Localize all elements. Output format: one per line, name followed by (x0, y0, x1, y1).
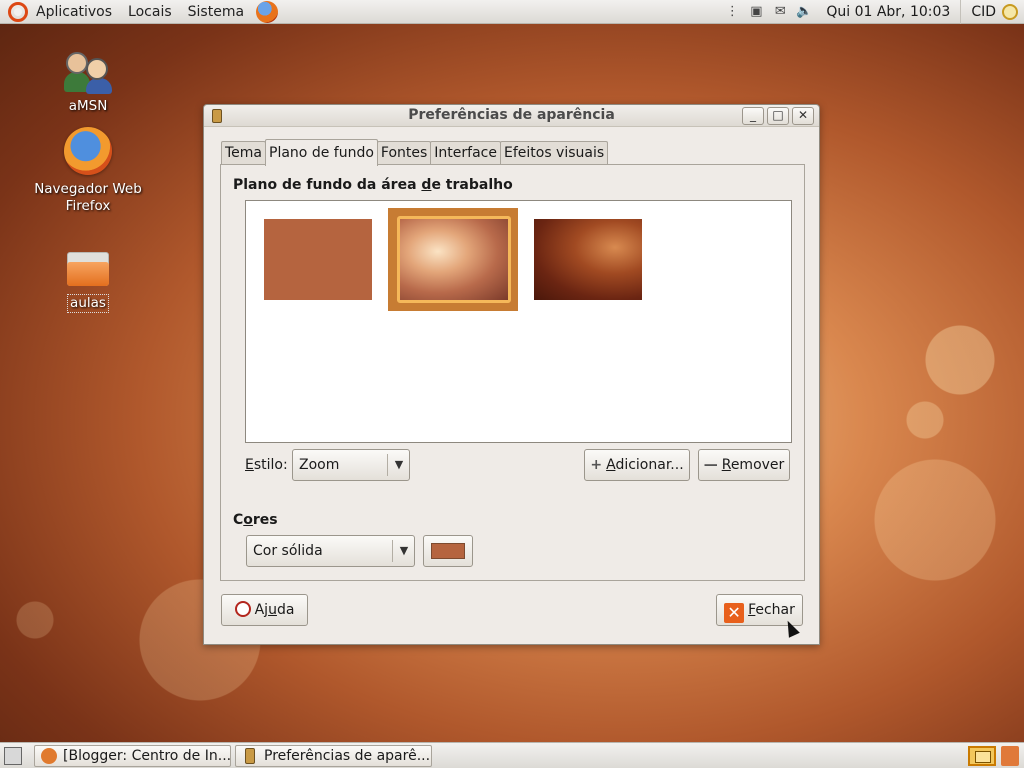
remove-wallpaper-button[interactable]: — Remover (698, 449, 790, 481)
taskbar-item-appearance[interactable]: Preferências de aparê... (235, 745, 432, 767)
color-picker-button[interactable] (423, 535, 473, 567)
style-value: Zoom (299, 457, 340, 473)
amsn-icon (64, 50, 112, 94)
tab-interface[interactable]: Interface (430, 141, 501, 165)
trash-icon[interactable] (1001, 746, 1019, 766)
tab-plano-de-fundo[interactable]: Plano de fundo (265, 139, 378, 166)
add-wallpaper-button[interactable]: + Adicionar... (584, 449, 690, 481)
minimize-button[interactable]: _ (742, 107, 764, 125)
folder-icon (67, 252, 109, 286)
tab-bar: Tema Plano de fundo Fontes Interface Efe… (221, 139, 609, 166)
desktop-icon-label: aMSN (68, 98, 108, 114)
firefox-icon (64, 127, 112, 175)
system-tray: ⋮ ▣ ✉ 🔈 Qui 01 Abr, 10:03 CID (720, 0, 1024, 24)
window-title: Preferências de aparência (408, 107, 615, 123)
color-swatch (431, 543, 465, 559)
show-desktop-icon[interactable] (4, 747, 22, 765)
desktop-icon-aulas[interactable]: aulas (23, 252, 153, 313)
desktop-icon-firefox[interactable]: Navegador Web Firefox (23, 127, 153, 215)
tab-fontes[interactable]: Fontes (376, 141, 432, 165)
wallpaper-list[interactable] (245, 200, 792, 443)
maximize-button[interactable]: □ (767, 107, 789, 125)
network-icon[interactable]: ▣ (747, 4, 765, 20)
wallpaper-section-title: Plano de fundo da área de trabalho (233, 177, 513, 193)
plus-icon: + (590, 457, 603, 473)
workspace-switcher[interactable] (968, 746, 996, 766)
wallpaper-thumbnail-selected[interactable] (397, 216, 511, 303)
desktop-icon-amsn[interactable]: aMSN (23, 50, 153, 115)
help-icon (234, 601, 251, 617)
user-name[interactable]: CID (961, 4, 1002, 20)
menu-aplicativos[interactable]: Aplicativos (28, 0, 120, 24)
bottom-panel: [Blogger: Centro de In... Preferências d… (0, 742, 1024, 768)
desktop-icon-label: aulas (67, 294, 109, 313)
top-panel: Aplicativos Locais Sistema ⋮ ▣ ✉ 🔈 Qui 0… (0, 0, 1024, 24)
colors-section-title: Cores (233, 512, 278, 528)
background-tab-panel: Plano de fundo da área de trabalho Estil… (220, 164, 805, 581)
tab-tema[interactable]: Tema (221, 141, 267, 165)
drag-handle-icon: ⋮ (725, 3, 739, 19)
minus-icon: — (703, 457, 718, 473)
color-mode-value: Cor sólida (253, 543, 323, 559)
mail-icon[interactable]: ✉ (771, 4, 789, 20)
window-icon (245, 748, 255, 764)
clock[interactable]: Qui 01 Abr, 10:03 (816, 0, 962, 24)
desktop-icon-label: Navegador Web Firefox (34, 181, 142, 214)
taskbar-item-firefox[interactable]: [Blogger: Centro de In... (34, 745, 231, 767)
title-bar[interactable]: Preferências de aparência _ □ ✕ (204, 105, 819, 127)
color-mode-combobox[interactable]: Cor sólida ▼ (246, 535, 415, 567)
menu-sistema[interactable]: Sistema (180, 0, 252, 24)
wallpaper-thumbnail[interactable] (264, 219, 372, 300)
power-icon[interactable] (1002, 3, 1018, 20)
wallpaper-thumbnail[interactable] (534, 219, 642, 300)
volume-icon[interactable]: 🔈 (795, 4, 813, 20)
firefox-launcher-icon[interactable] (256, 0, 279, 23)
chevron-down-icon: ▼ (399, 544, 409, 557)
chevron-down-icon: ▼ (394, 458, 404, 471)
menu-locais[interactable]: Locais (120, 0, 180, 24)
tab-efeitos-visuais[interactable]: Efeitos visuais (499, 141, 609, 165)
style-combobox[interactable]: Zoom ▼ (292, 449, 410, 481)
ubuntu-logo-icon[interactable] (8, 1, 28, 22)
help-button[interactable]: Ajuda (221, 594, 308, 626)
close-icon: ✕ (724, 603, 745, 623)
appearance-preferences-dialog: Preferências de aparência _ □ ✕ Tema Pla… (203, 104, 820, 645)
style-label: Estilo: (245, 457, 288, 473)
close-window-button[interactable]: ✕ (792, 107, 814, 125)
firefox-icon (41, 748, 57, 764)
